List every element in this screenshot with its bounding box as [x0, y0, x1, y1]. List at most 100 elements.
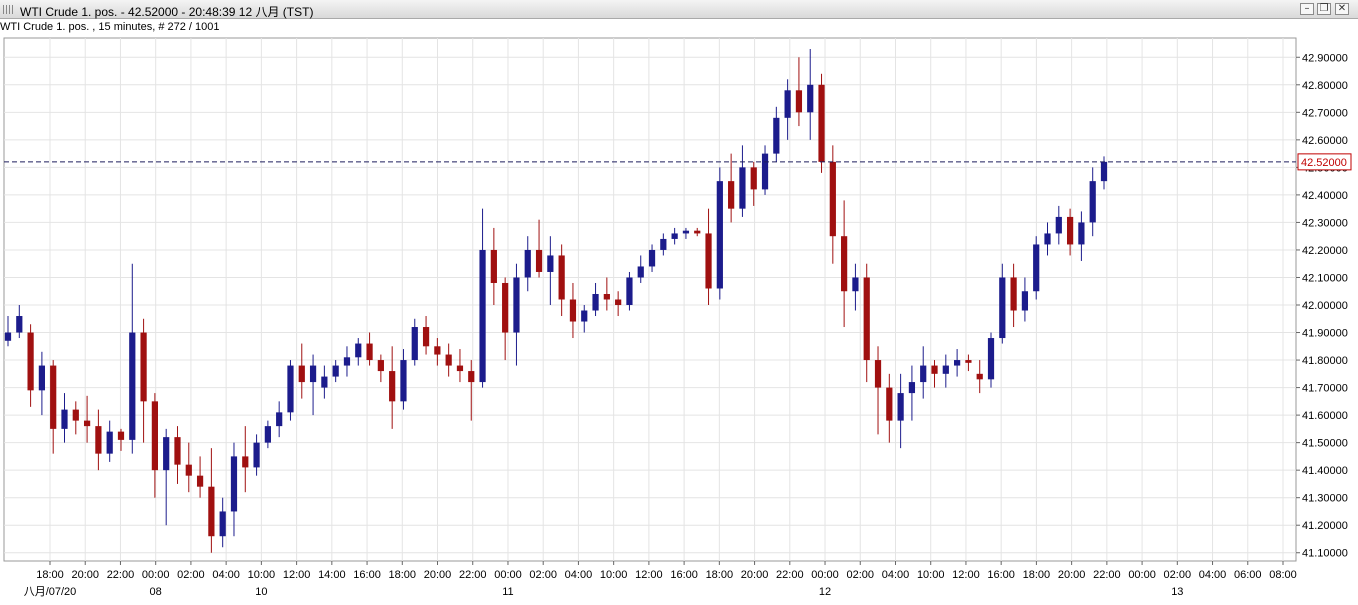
candle-body: [784, 90, 791, 118]
x-tick-label: 12:00: [952, 569, 980, 581]
candle-body: [242, 456, 249, 468]
candle-body: [61, 409, 68, 429]
candle-body: [637, 266, 644, 278]
candle-body: [841, 236, 848, 292]
x-tick-label: 02:00: [177, 569, 205, 581]
x-tick-label: 16:00: [987, 569, 1015, 581]
candle-body: [151, 401, 158, 471]
candle-body: [818, 84, 825, 162]
x-tick-label: 02:00: [529, 569, 557, 581]
candle-body: [129, 332, 136, 440]
x-tick-label: 22:00: [107, 569, 135, 581]
candle-body: [954, 360, 961, 366]
x-tick-label: 18:00: [706, 569, 734, 581]
candle-body: [27, 332, 34, 391]
candle-body: [535, 249, 543, 272]
candle-body: [965, 360, 972, 363]
candle: [626, 271, 633, 311]
candle-body: [208, 486, 215, 537]
candle-body: [728, 181, 735, 209]
candle-body: [863, 277, 870, 361]
x-tick-label: 10:00: [917, 569, 945, 581]
candle: [287, 360, 294, 421]
y-tick-label: 41.80000: [1302, 355, 1348, 367]
candle-body: [50, 365, 57, 429]
y-tick-label: 41.60000: [1302, 410, 1348, 422]
x-tick-label: 00:00: [142, 569, 170, 581]
y-tick-label: 42.30000: [1302, 217, 1348, 229]
candle-body: [230, 456, 238, 512]
candle-body: [999, 277, 1006, 339]
candle-body: [716, 181, 723, 289]
candle-body: [106, 431, 113, 454]
x-tick-label: 04:00: [565, 569, 593, 581]
candle-body: [196, 475, 204, 487]
candle-body: [287, 365, 294, 413]
date-label: 08: [150, 586, 162, 598]
candle-body: [908, 382, 916, 394]
y-tick-label: 42.40000: [1302, 190, 1348, 202]
x-tick-label: 16:00: [670, 569, 698, 581]
candle-body: [626, 277, 633, 306]
x-tick-label: 04:00: [212, 569, 240, 581]
last-price-label: 42.52000: [1301, 157, 1347, 169]
candle-body: [95, 426, 102, 454]
candle-body: [874, 360, 882, 388]
candle-body: [445, 354, 452, 366]
x-tick-label: 22:00: [459, 569, 487, 581]
candle-body: [343, 357, 351, 366]
candle-body: [513, 277, 520, 333]
x-tick-label: 02:00: [1164, 569, 1192, 581]
y-tick-label: 41.40000: [1302, 465, 1348, 477]
x-tick-label: 00:00: [494, 569, 522, 581]
date-label: 八月/07/20: [24, 586, 77, 598]
x-tick-label: 10:00: [248, 569, 276, 581]
candle-body: [502, 282, 509, 333]
candle-body: [886, 387, 893, 421]
candle-body: [569, 299, 577, 322]
y-tick-label: 41.70000: [1302, 383, 1348, 395]
candle-body: [400, 360, 407, 402]
x-tick-label: 08:00: [1269, 569, 1297, 581]
y-tick-label: 42.00000: [1302, 300, 1348, 312]
candle-body: [829, 161, 836, 237]
candle-body: [174, 437, 181, 465]
candle-body: [942, 365, 949, 374]
x-tick-label: 00:00: [1128, 569, 1156, 581]
candle-body: [83, 420, 91, 427]
candle-body: [309, 365, 317, 383]
candle-body: [1033, 244, 1040, 292]
candle-body: [1100, 161, 1108, 182]
candle-body: [581, 310, 588, 322]
candle-body: [976, 373, 983, 380]
candlestick-chart[interactable]: 41.10000 41.20000 41.30000 41.40000 41.50000…: [0, 0, 1358, 605]
y-tick-label: 42.90000: [1302, 52, 1348, 64]
candle-body: [490, 249, 497, 283]
candle-body: [705, 233, 712, 289]
candle-body: [920, 365, 927, 383]
candle-body: [615, 299, 622, 306]
candle-body: [389, 371, 396, 402]
candle-body: [1044, 233, 1051, 245]
candle-body: [468, 371, 475, 383]
x-tick-label: 12:00: [283, 569, 311, 581]
date-label: 13: [1171, 586, 1183, 598]
candle-body: [671, 233, 678, 239]
y-tick-label: 42.80000: [1302, 80, 1348, 92]
x-tick-label: 20:00: [71, 569, 99, 581]
candle-body: [524, 249, 531, 278]
y-tick-label: 42.70000: [1302, 107, 1348, 119]
candle-body: [185, 464, 192, 476]
candle-body: [264, 426, 271, 443]
y-tick-label: 41.20000: [1302, 520, 1348, 532]
candle-body: [38, 365, 46, 391]
candle-body: [163, 437, 170, 471]
candle-body: [72, 409, 79, 421]
candle-body: [897, 393, 904, 421]
y-tick-label: 42.20000: [1302, 245, 1348, 257]
candle-body: [422, 327, 430, 347]
candle-body: [682, 230, 690, 234]
candle: [818, 73, 825, 173]
candle: [1033, 236, 1040, 300]
x-tick-label: 16:00: [353, 569, 381, 581]
